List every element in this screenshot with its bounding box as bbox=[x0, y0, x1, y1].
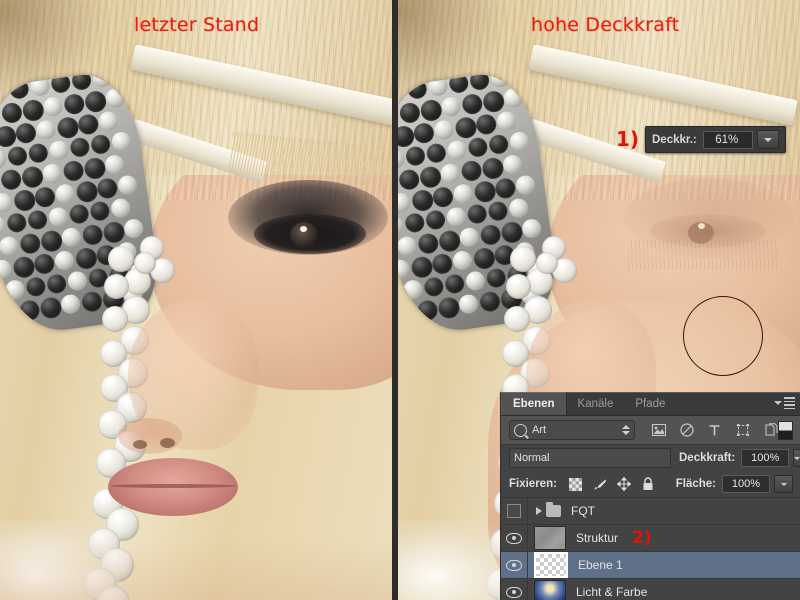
layer-thumbnail[interactable] bbox=[534, 580, 566, 600]
layer-visibility-toggle[interactable] bbox=[501, 579, 528, 600]
tool-opacity-value[interactable]: 61% bbox=[702, 130, 753, 149]
blend-mode-dropdown[interactable]: Normal bbox=[509, 448, 671, 468]
layer-opacity-label: Deckkraft: bbox=[679, 452, 736, 464]
updown-stepper-icon[interactable] bbox=[622, 425, 630, 435]
chevron-right-icon[interactable] bbox=[536, 507, 542, 515]
image-pane-before: letzter Stand bbox=[0, 0, 392, 600]
table-row[interactable]: Struktur 2) bbox=[501, 525, 800, 552]
annotation-marker-2: 2) bbox=[632, 528, 652, 548]
screenshot-root: letzter Stand hohe Deckkraft 1) Deckkr.:… bbox=[0, 0, 800, 600]
filter-toggle-icon[interactable] bbox=[778, 420, 793, 440]
filter-kind-label: Art bbox=[532, 424, 547, 436]
table-row[interactable]: Ebene 1 bbox=[501, 552, 800, 579]
filter-kind-dropdown[interactable]: Art bbox=[509, 420, 635, 440]
lock-label: Fixieren: bbox=[509, 478, 557, 490]
pearl-bead bbox=[536, 252, 558, 274]
brush-lock-icon[interactable] bbox=[593, 477, 607, 491]
pearl-bead bbox=[102, 306, 128, 332]
chevron-down-icon[interactable] bbox=[774, 475, 793, 493]
layer-visibility-toggle[interactable] bbox=[501, 552, 528, 578]
layer-name: Ebene 1 bbox=[578, 558, 623, 572]
photo-left bbox=[0, 0, 392, 600]
layer-thumbnail[interactable] bbox=[534, 552, 568, 578]
type-layer-icon[interactable] bbox=[707, 423, 722, 438]
eye-icon bbox=[506, 532, 522, 544]
tool-opacity-label: Deckkr.: bbox=[652, 133, 697, 146]
tab-ebenen[interactable]: Ebenen bbox=[501, 392, 567, 415]
pearl-bead bbox=[108, 246, 134, 272]
brush-cursor-circle bbox=[683, 296, 763, 376]
chevron-down-icon[interactable] bbox=[793, 449, 800, 467]
tool-opacity-control[interactable]: Deckkr.: 61% bbox=[645, 126, 786, 153]
eye-icon bbox=[506, 586, 522, 598]
blend-opacity-row[interactable]: Normal Deckkraft: 100% bbox=[501, 445, 800, 471]
pearl-bead bbox=[506, 274, 531, 299]
layer-name: Struktur bbox=[576, 531, 619, 545]
layer-name: Licht & Farbe bbox=[576, 585, 648, 599]
adjustment-layer-icon[interactable] bbox=[679, 423, 694, 438]
shape-layer-icon[interactable] bbox=[735, 423, 750, 438]
folder-icon bbox=[546, 502, 561, 517]
layers-panel[interactable]: Ebenen Kanäle Pfade Art Normal Deckkraft… bbox=[500, 392, 800, 600]
smart-object-icon[interactable] bbox=[763, 423, 778, 438]
magnifier-icon bbox=[514, 423, 527, 437]
panel-menu-icon[interactable] bbox=[774, 397, 795, 409]
pixel-layer-icon[interactable] bbox=[651, 423, 666, 438]
pearl-bead bbox=[510, 246, 536, 272]
pane-divider bbox=[392, 0, 398, 600]
label-left-title: letzter Stand bbox=[134, 14, 260, 36]
blend-mode-value: Normal bbox=[514, 452, 550, 464]
table-row[interactable]: FQT bbox=[501, 498, 800, 525]
chevron-down-icon[interactable] bbox=[756, 130, 779, 149]
layer-thumbnail[interactable] bbox=[534, 526, 566, 550]
lock-all-icon[interactable] bbox=[641, 477, 655, 491]
lock-fill-row[interactable]: Fixieren: Fläche: 100% bbox=[501, 471, 800, 497]
tab-pfade[interactable]: Pfade bbox=[624, 393, 676, 415]
layer-opacity-value[interactable]: 100% bbox=[741, 449, 790, 467]
layer-list[interactable]: FQT Struktur 2) Ebene 1 Licht & Farbe bbox=[501, 497, 800, 600]
pearl-bead bbox=[134, 252, 156, 274]
table-row[interactable]: Licht & Farbe bbox=[501, 579, 800, 600]
panel-tab-bar[interactable]: Ebenen Kanäle Pfade bbox=[501, 392, 800, 416]
layer-filter-row[interactable]: Art bbox=[501, 416, 800, 445]
fill-label: Fläche: bbox=[675, 478, 716, 490]
pearl-bead bbox=[504, 306, 530, 332]
layer-visibility-toggle[interactable] bbox=[501, 525, 528, 551]
eye-off-icon bbox=[507, 504, 521, 518]
tab-kanaele[interactable]: Kanäle bbox=[567, 393, 625, 415]
label-right-title: hohe Deckkraft bbox=[531, 14, 680, 36]
pearl-bead bbox=[104, 274, 129, 299]
eye-icon bbox=[506, 559, 522, 571]
position-lock-icon[interactable] bbox=[616, 477, 631, 491]
fill-value[interactable]: 100% bbox=[722, 475, 770, 493]
transparency-lock-icon[interactable] bbox=[569, 477, 583, 491]
layer-visibility-toggle[interactable] bbox=[501, 498, 528, 524]
layer-name: FQT bbox=[571, 504, 595, 518]
annotation-marker-1: 1) bbox=[616, 127, 640, 151]
